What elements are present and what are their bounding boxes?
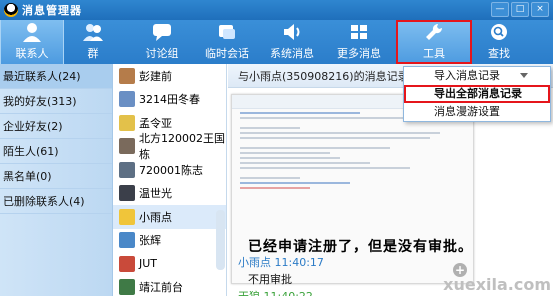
thumbnail-line [240,177,300,179]
temp-chat-icon [215,21,239,43]
tab-search[interactable]: 查找 [475,20,523,64]
menu-import-label: 导入消息记录 [434,69,500,82]
contact-list: 彭建前 3214田冬春 孟令亚 北方120002王国栋 720001陈志 温世光… [113,64,227,296]
menu-roaming-label: 消息漫游设置 [434,105,500,118]
thumbnail-line [240,132,440,134]
tab-tools[interactable]: 工具 [396,20,472,64]
tab-contacts-label: 联系人 [15,47,49,60]
more-messages-icon [347,21,371,43]
avatar [119,255,135,272]
menu-roaming-settings[interactable]: 消息漫游设置 [404,103,550,121]
contact-name: 彭建前 [139,69,172,83]
tab-temp-chat-label: 临时会话 [205,47,249,60]
group-strangers[interactable]: 陌生人(61) [0,139,112,164]
person-icon [20,21,44,43]
contact-name: 温世光 [139,187,172,201]
list-item[interactable]: 张辉 [113,229,226,253]
avatar [119,279,135,296]
thumbnail-line [240,167,410,169]
thumbnail-line [240,112,360,114]
avatar [119,138,135,155]
thumbnail-line [240,187,310,189]
contact-name: 小雨点 [139,210,172,224]
group-my-friends[interactable]: 我的好友(313) [0,89,112,114]
menu-import-messages[interactable]: 导入消息记录 [404,67,550,85]
list-item[interactable]: 北方120002王国栋 [113,132,226,161]
thumbnail-line [240,162,370,164]
list-item[interactable]: 温世光 [113,182,226,206]
group-recent[interactable]: 最近联系人(24) [0,64,112,89]
menu-export-all-messages[interactable]: 导出全部消息记录 [404,85,550,103]
thumbnail-line [240,182,350,184]
title-bar: 消息管理器 — □ × [0,0,553,20]
contact-name: 3214田冬春 [139,93,200,107]
contact-name: 张辉 [139,234,161,248]
close-button[interactable]: × [531,2,549,17]
menu-export-label: 导出全部消息记录 [434,87,522,100]
avatar [119,232,135,249]
chevron-down-icon [520,73,528,78]
thumbnail-line [240,117,420,119]
tab-system-messages-label: 系统消息 [270,47,314,60]
tab-groups-label: 群 [87,47,99,60]
group-enterprise-friends[interactable]: 企业好友(2) [0,114,112,139]
list-item[interactable]: 彭建前 [113,64,226,88]
tab-groups[interactable]: 群 [68,20,118,64]
maximize-button[interactable]: □ [511,2,529,17]
avatar [119,67,135,84]
contact-name: 靖江前台 [139,281,183,295]
contact-list-scrollbar[interactable] [216,210,225,270]
tab-tools-label: 工具 [423,47,445,60]
group-deleted[interactable]: 已删除联系人(4) [0,189,112,214]
wrench-icon [422,21,446,43]
thumbnail-line [240,152,330,154]
list-item[interactable]: 3214田冬春 [113,88,226,112]
discussion-icon [150,21,174,43]
tab-more-messages[interactable]: 更多消息 [328,20,390,64]
avatar [119,208,135,225]
watermark: xuexila.com [443,275,551,294]
contact-name: JUT [139,257,158,271]
contact-name: 孟令亚 [139,116,172,130]
tab-temp-chat[interactable]: 临时会话 [198,20,256,64]
tab-system-messages[interactable]: 系统消息 [262,20,322,64]
message-sender-time: 小雨点 11:40:17 [238,256,324,269]
list-item[interactable]: JUT [113,252,226,276]
message-text-large: 已经申请注册了，但是没有审批。 [248,239,473,255]
avatar [119,91,135,108]
group-icon [81,21,105,43]
avatar [119,161,135,178]
window-title: 消息管理器 [22,4,82,17]
main-toolbar: 联系人 群 讨论组 临时会话 系统消息 更多消息 工具 查找 [0,20,553,64]
tools-dropdown-menu: 导入消息记录 导出全部消息记录 消息漫游设置 [403,66,551,122]
tab-contacts[interactable]: 联系人 [0,20,64,64]
tab-discussion[interactable]: 讨论组 [133,20,191,64]
minimize-button[interactable]: — [491,2,509,17]
message-text: 不用审批 [248,273,292,286]
avatar [119,185,135,202]
contact-name: 北方120002王国栋 [139,132,225,162]
contact-name: 720001陈志 [139,163,203,177]
thumbnail-line [240,127,300,129]
tab-search-label: 查找 [488,47,510,60]
group-blacklist[interactable]: 黑名单(0) [0,164,112,189]
list-item-selected[interactable]: 小雨点 [113,205,226,229]
avatar [119,114,135,131]
thumbnail-line [240,147,390,149]
tab-discussion-label: 讨论组 [145,47,179,60]
qq-logo-icon [4,3,18,17]
message-sender-time: 天狼 11:40:22 [238,288,313,296]
chat-header-title: 与小雨点(350908216)的消息记录 [238,69,409,83]
group-sidebar: 最近联系人(24) 我的好友(313) 企业好友(2) 陌生人(61) 黑名单(… [0,64,113,296]
window-controls: — □ × [491,2,549,17]
tab-more-messages-label: 更多消息 [337,47,381,60]
list-item[interactable]: 靖江前台 [113,276,226,296]
thumbnail-line [240,157,340,159]
speaker-icon [280,21,304,43]
thumbnail-line [240,137,430,139]
search-icon [487,21,511,43]
